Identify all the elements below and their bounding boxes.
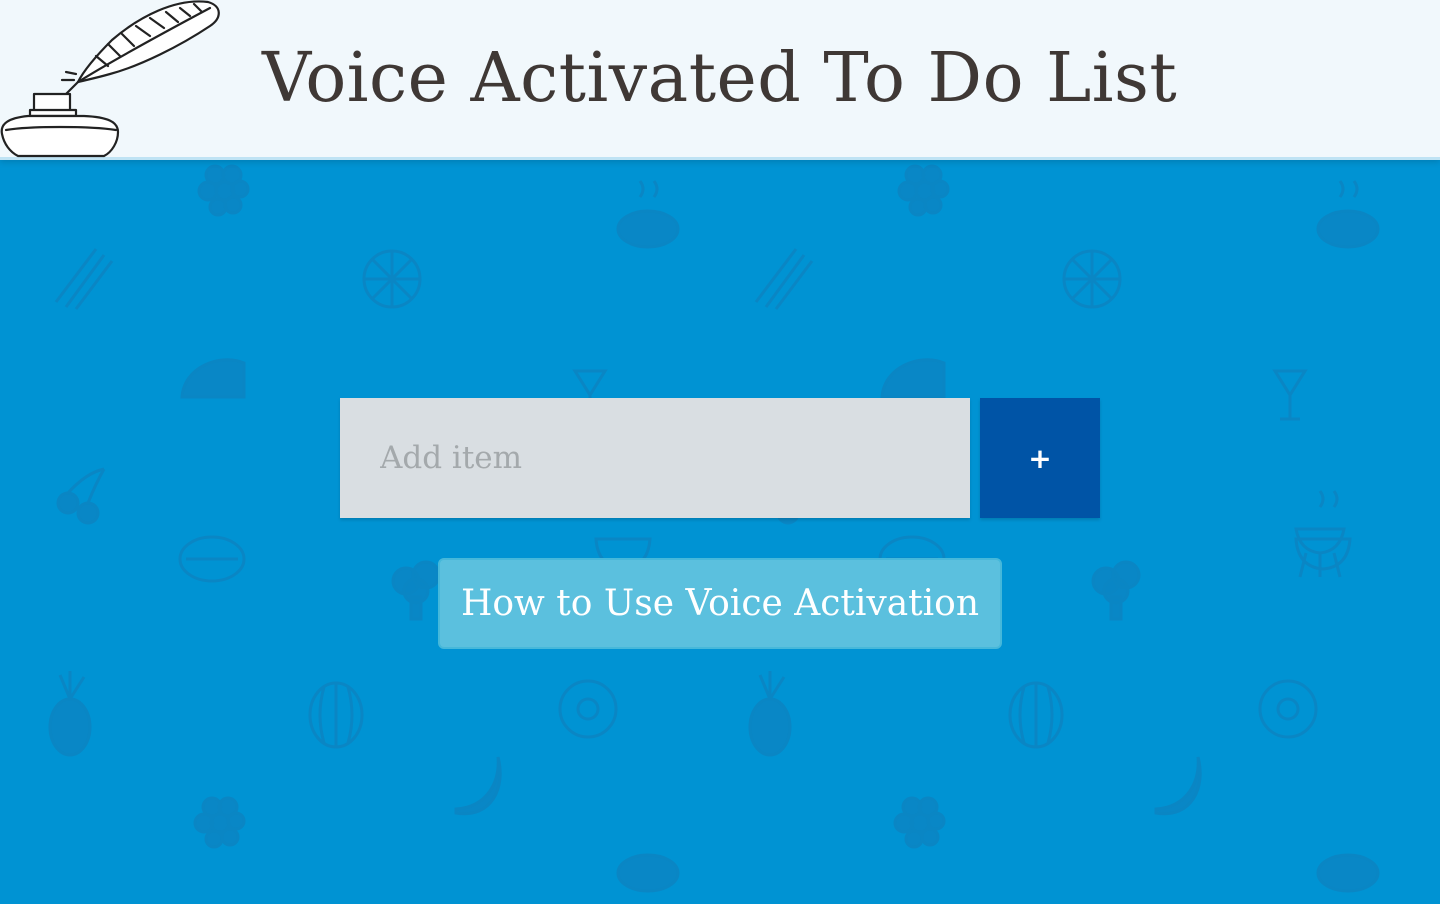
food-pattern-background [0,157,1440,900]
plus-icon: + [1028,441,1052,475]
how-to-use-voice-activation-button[interactable]: How to Use Voice Activation [438,558,1002,649]
app-header: Voice Activated To Do List [0,0,1440,160]
add-item-button[interactable]: + [980,398,1100,518]
quill-and-inkwell-icon [0,0,230,160]
page-title: Voice Activated To Do List [262,39,1178,118]
add-item-input[interactable] [340,398,970,518]
grill-icon [1294,490,1346,578]
